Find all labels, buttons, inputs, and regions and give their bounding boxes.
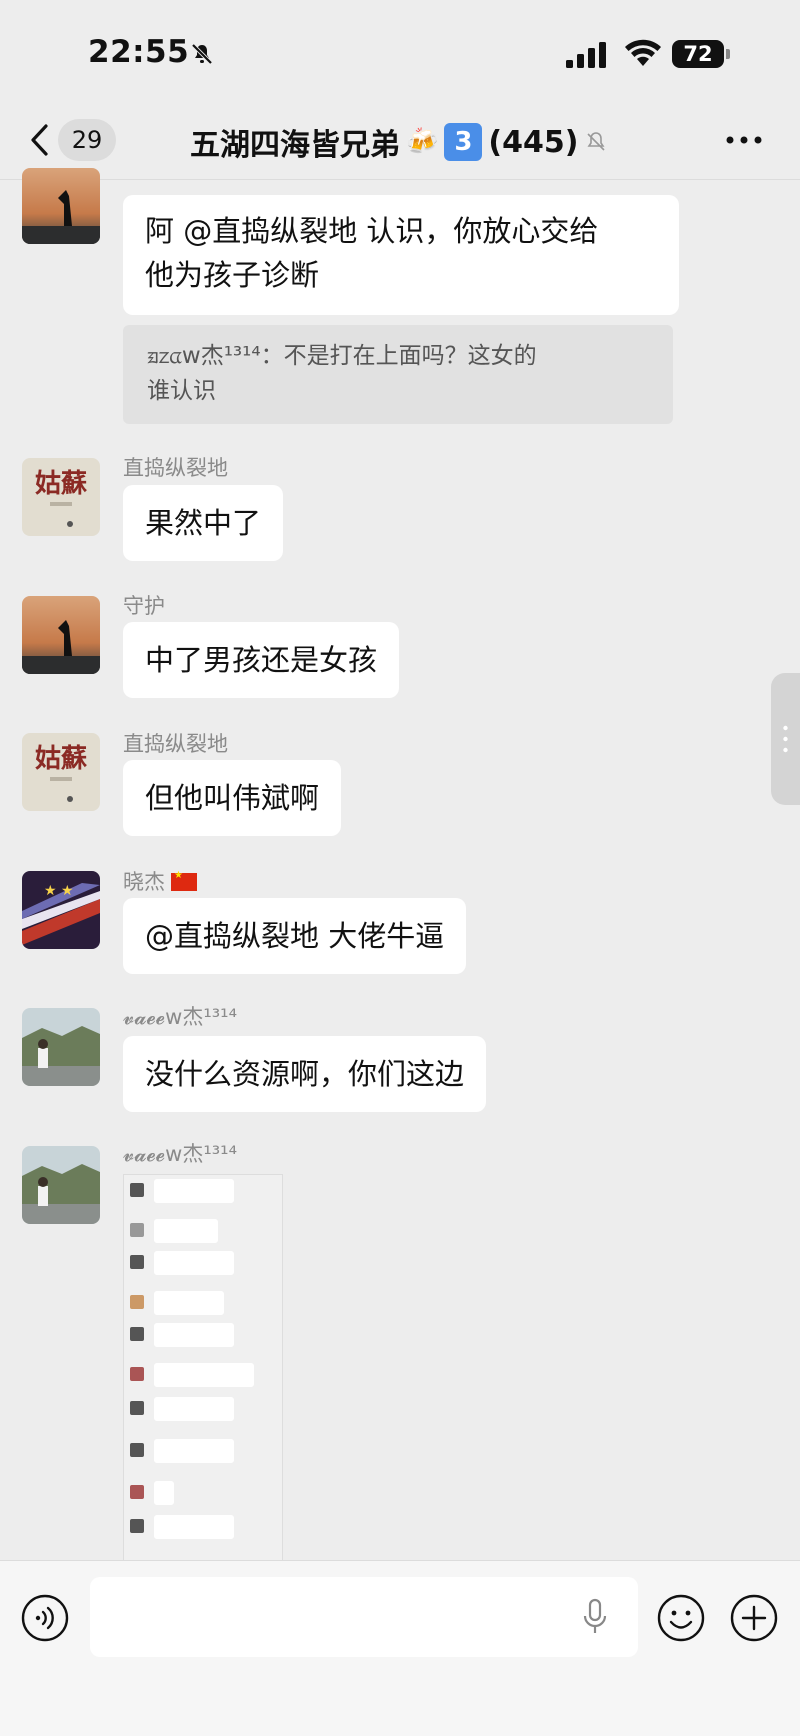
sender-name: 𝓿𝓪𝓮𝓮w杰¹³¹⁴ [123, 1142, 237, 1166]
avatar-fireworks[interactable]: ★ ★ [22, 871, 100, 949]
message-bubble[interactable]: 中了男孩还是女孩 [123, 622, 400, 698]
sender-name: 𝓿𝓪𝓮𝓮w杰¹³¹⁴ [123, 1005, 237, 1029]
more-icon[interactable] [724, 128, 764, 152]
signal-icon [566, 42, 606, 68]
svg-text:姑蘇: 姑蘇 [35, 469, 87, 499]
sender-name: 守护 [123, 594, 165, 618]
message-input[interactable] [90, 1577, 638, 1657]
member-count: (445) [488, 124, 579, 160]
china-flag-icon [171, 870, 197, 891]
status-time: 22:55 [88, 34, 190, 70]
plus-icon[interactable] [729, 1593, 779, 1643]
quote-text-line: 谁认识 [147, 378, 216, 404]
avatar-sunset[interactable] [22, 596, 100, 674]
wifi-icon [625, 39, 661, 66]
side-drawer-handle[interactable] [771, 673, 800, 805]
input-bar [0, 1560, 800, 1736]
message-bubble[interactable]: 果然中了 [123, 485, 284, 561]
image-message-thumbnail[interactable] [123, 1174, 283, 1564]
chat-header: 29 五湖四海皆兄弟 🍻 3 (445) [0, 100, 800, 180]
unread-count-badge[interactable]: 29 [58, 119, 116, 161]
avatar-gusu[interactable]: 姑蘇 [22, 458, 100, 536]
quoted-message[interactable]: ᤀᤁᤂw杰¹³¹⁴：不是打在上面吗？这女的 谁认识 [123, 325, 673, 424]
chat-title: 五湖四海皆兄弟 🍻 3 (445) [190, 122, 608, 163]
emoji-icon[interactable] [656, 1593, 706, 1643]
message-bubble[interactable]: 但他叫伟斌啊 [123, 760, 342, 836]
beer-icon: 🍻 [406, 127, 439, 157]
sender-name: 直捣纵裂地 [123, 732, 228, 756]
mic-icon[interactable] [580, 1597, 610, 1637]
chat-title-text: 五湖四海皆兄弟 [190, 128, 400, 163]
back-chevron-icon[interactable] [28, 122, 52, 158]
avatar-mountain[interactable] [22, 1146, 100, 1224]
message-bubble[interactable]: @直捣纵裂地 大佬牛逼 [123, 898, 467, 974]
avatar-mountain[interactable] [22, 1008, 100, 1086]
svg-text:姑蘇: 姑蘇 [35, 744, 87, 774]
mute-icon [191, 43, 213, 65]
quote-text-line: ᤀᤁᤂw杰¹³¹⁴：不是打在上面吗？这女的 [147, 343, 537, 369]
battery-nub [726, 49, 730, 59]
sender-name: 晓杰 [123, 866, 197, 896]
battery-indicator: 72 [672, 40, 724, 68]
avatar-gusu[interactable]: 姑蘇 [22, 733, 100, 811]
message-text-line: 阿 @直捣纵裂地 认识，你放心交给 [145, 214, 599, 248]
sender-name: 直捣纵裂地 [123, 456, 228, 480]
voice-icon[interactable] [20, 1593, 70, 1643]
message-bubble[interactable]: 没什么资源啊，你们这边 [123, 1036, 487, 1112]
svg-text:★ ★: ★ ★ [44, 883, 74, 899]
avatar-sunset[interactable] [22, 168, 100, 244]
bell-off-icon [587, 132, 605, 151]
message-bubble[interactable]: 阿 @直捣纵裂地 认识，你放心交给 他为孩子诊断 [123, 195, 679, 315]
sender-name-text: 晓杰 [123, 870, 165, 894]
handle-dots-icon [783, 725, 788, 753]
status-bar: 22:55 72 [0, 0, 800, 100]
message-text-line: 他为孩子诊断 [145, 258, 320, 292]
number-badge: 3 [444, 123, 483, 161]
